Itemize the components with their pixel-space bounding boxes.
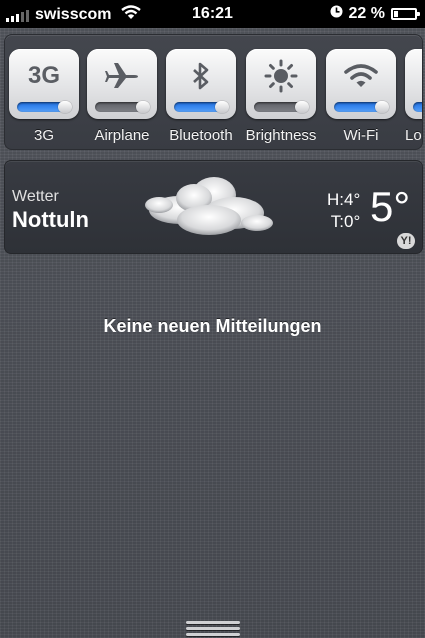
toggle-partial-switch[interactable] <box>413 102 423 112</box>
weather-label: Wetter <box>12 188 59 206</box>
toggle-wifi[interactable]: Wi-Fi <box>326 49 396 119</box>
battery-icon <box>391 8 417 20</box>
toggle-3g[interactable]: 3G 3G <box>9 49 79 119</box>
toggle-bluetooth[interactable]: Bluetooth <box>166 49 236 119</box>
cellular-3g-icon: 3G <box>9 56 79 96</box>
quick-toggles-panel[interactable]: 3G 3G Airplane Bluetooth <box>4 34 423 150</box>
battery-percentage: 22 % <box>349 5 385 23</box>
alarm-clock-icon <box>330 5 343 23</box>
toggle-3g-button[interactable]: 3G <box>9 49 79 119</box>
toggle-airplane-button[interactable] <box>87 49 157 119</box>
weather-high: H:4° <box>327 189 360 211</box>
bluetooth-icon <box>166 56 236 96</box>
drag-handle[interactable] <box>186 614 240 638</box>
wifi-icon <box>326 56 396 96</box>
toggle-wifi-button[interactable] <box>326 49 396 119</box>
toggle-brightness-switch[interactable] <box>254 102 308 112</box>
toggle-wifi-switch[interactable] <box>334 102 388 112</box>
cloud-icon <box>139 165 279 250</box>
status-bar: swisscom 16:21 22 % <box>0 0 425 28</box>
toggle-bluetooth-switch[interactable] <box>174 102 228 112</box>
toggle-label: Wi-Fi <box>314 127 408 144</box>
brightness-icon <box>246 56 316 96</box>
toggle-3g-switch[interactable] <box>17 102 71 112</box>
toggle-partial-button[interactable] <box>405 49 423 119</box>
toggle-partial[interactable]: Lo <box>405 49 423 119</box>
toggle-brightness[interactable]: Brightness <box>246 49 316 119</box>
weather-temperature: 5° <box>370 183 410 231</box>
weather-city: Nottuln <box>12 207 89 233</box>
no-notifications-message: Keine neuen Mitteilungen <box>0 316 425 337</box>
weather-high-low: H:4° T:0° <box>327 189 360 233</box>
toggle-brightness-button[interactable] <box>246 49 316 119</box>
toggle-airplane-switch[interactable] <box>95 102 149 112</box>
toggle-label: Lo <box>405 127 423 144</box>
airplane-icon <box>87 56 157 96</box>
yahoo-badge-icon[interactable]: Y! <box>397 233 415 249</box>
toggle-bluetooth-button[interactable] <box>166 49 236 119</box>
weather-low: T:0° <box>327 211 360 233</box>
weather-widget[interactable]: Wetter Nottuln H:4° T:0° <box>4 160 423 254</box>
toggle-airplane[interactable]: Airplane <box>87 49 157 119</box>
